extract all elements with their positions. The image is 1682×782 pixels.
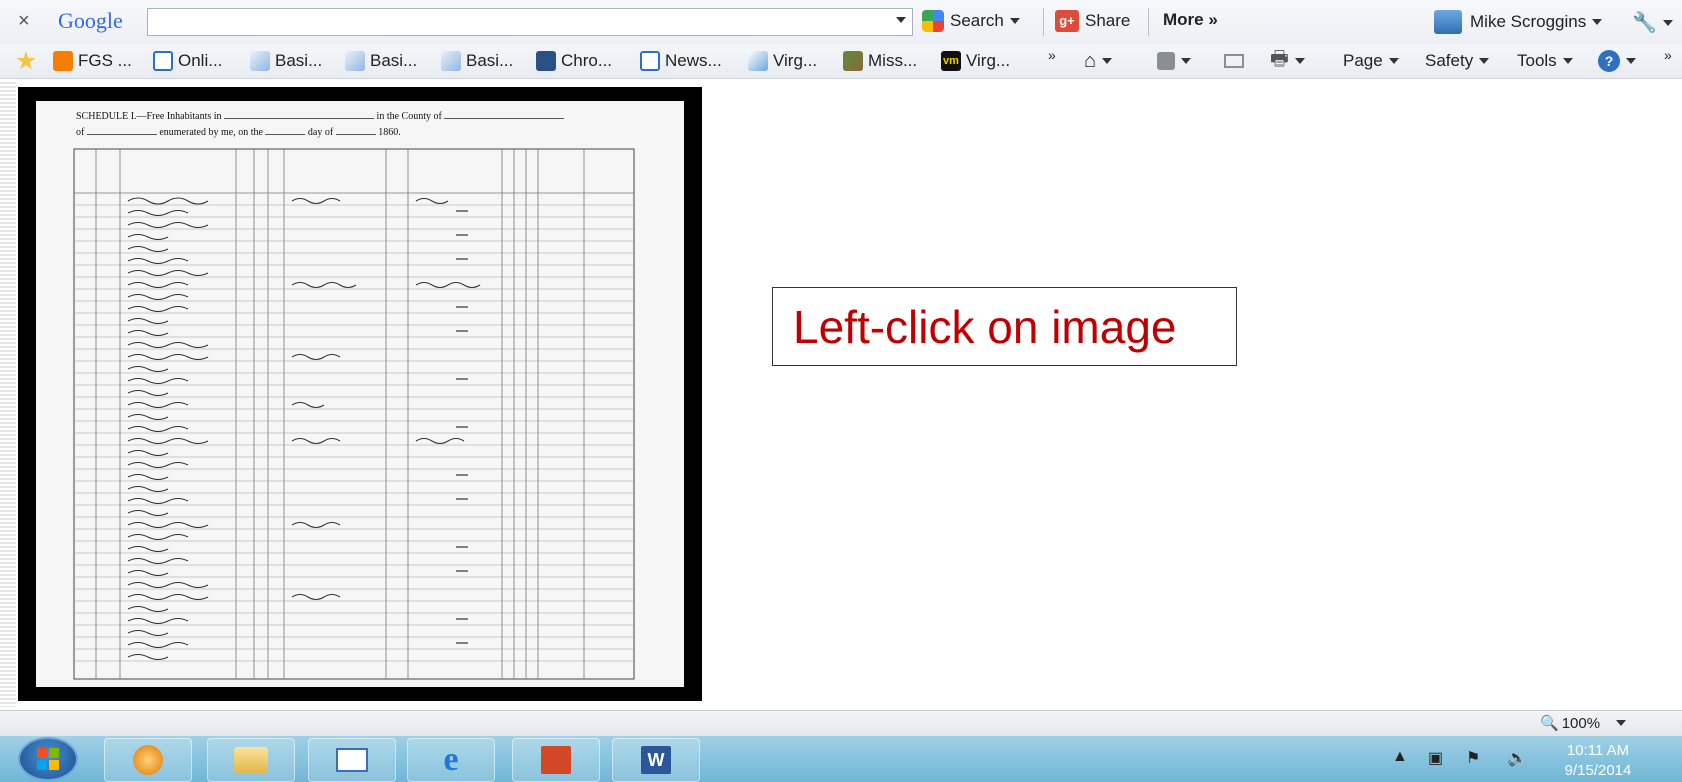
user-account-button[interactable]: Mike Scroggins bbox=[1434, 10, 1603, 34]
print-icon[interactable]: 🖶 bbox=[1270, 48, 1305, 74]
help-icon[interactable]: ? bbox=[1598, 48, 1636, 74]
user-avatar-icon bbox=[1434, 10, 1462, 34]
search-history-dropdown-icon[interactable] bbox=[896, 17, 906, 23]
media-player-icon bbox=[133, 745, 163, 775]
search-button[interactable]: Search bbox=[922, 10, 1020, 32]
favorite-link-5[interactable]: Basi... bbox=[441, 48, 513, 74]
favorite-link-6[interactable]: Chro... bbox=[536, 48, 612, 74]
favorite-link-3[interactable]: Basi... bbox=[250, 48, 322, 74]
google-logo: Google bbox=[58, 8, 123, 33]
chronicling-icon bbox=[536, 51, 556, 71]
taskbar-word[interactable]: W bbox=[612, 738, 700, 782]
mail-icon bbox=[336, 748, 368, 772]
page-icon bbox=[250, 51, 270, 71]
read-mail-icon[interactable] bbox=[1224, 48, 1244, 74]
google-search-box[interactable] bbox=[147, 8, 913, 36]
window-icon bbox=[153, 51, 173, 71]
folder-icon bbox=[234, 747, 268, 773]
taskbar-file-explorer[interactable] bbox=[207, 738, 295, 782]
blogger-icon bbox=[53, 51, 73, 71]
powerpoint-icon bbox=[541, 746, 571, 774]
tools-menu[interactable]: Tools bbox=[1517, 48, 1573, 74]
close-toolbar-icon[interactable]: × bbox=[18, 10, 30, 33]
show-hidden-icons-icon[interactable]: ▲ bbox=[1392, 748, 1408, 766]
favorites-overflow-chevron-icon[interactable]: » bbox=[1048, 42, 1056, 68]
network-icon[interactable]: ▣ bbox=[1428, 748, 1443, 768]
status-bar: 🔍 100% bbox=[0, 710, 1682, 737]
taskbar-powerpoint[interactable] bbox=[512, 738, 600, 782]
taskbar-clock[interactable]: 10:11 AM 9/15/2014 bbox=[1543, 741, 1653, 781]
window-icon bbox=[640, 51, 660, 71]
taskbar-internet-explorer[interactable]: e bbox=[407, 738, 495, 782]
windows-logo-icon bbox=[37, 748, 59, 770]
zoom-icon: 🔍 bbox=[1540, 715, 1559, 732]
favorite-link-9[interactable]: Miss... bbox=[843, 48, 917, 74]
feeds-icon[interactable] bbox=[1157, 48, 1191, 74]
action-center-flag-icon[interactable]: ⚑ bbox=[1466, 748, 1480, 768]
taskbar-mail-app[interactable] bbox=[308, 738, 396, 782]
zoom-control[interactable]: 🔍 100% bbox=[1540, 714, 1627, 732]
instruction-callout: Left-click on image bbox=[772, 287, 1237, 366]
page-left-edge bbox=[0, 82, 16, 707]
page-menu[interactable]: Page bbox=[1343, 48, 1399, 74]
vm-icon: vm bbox=[941, 51, 961, 71]
favorite-link-7[interactable]: News... bbox=[640, 48, 722, 74]
favorite-link-4[interactable]: Basi... bbox=[345, 48, 417, 74]
favorite-link-1[interactable]: FGS ... bbox=[53, 48, 132, 74]
page-icon bbox=[345, 51, 365, 71]
internet-explorer-icon: e bbox=[443, 741, 459, 778]
taskbar-media-player[interactable] bbox=[104, 738, 192, 782]
census-ledger-grid bbox=[73, 148, 635, 680]
google-toolbar: × Google Search g+ Share More » Mike Scr… bbox=[0, 0, 1682, 45]
census-page: SCHEDULE I.—Free Inhabitants in in the C… bbox=[36, 101, 684, 687]
favorites-star-icon[interactable] bbox=[16, 48, 41, 74]
more-button[interactable]: More » bbox=[1163, 10, 1218, 30]
census-document-image[interactable]: SCHEDULE I.—Free Inhabitants in in the C… bbox=[18, 87, 702, 701]
safety-menu[interactable]: Safety bbox=[1425, 48, 1490, 74]
share-button[interactable]: g+ Share bbox=[1055, 10, 1130, 32]
word-icon: W bbox=[641, 746, 671, 774]
google-plus-icon: g+ bbox=[1055, 10, 1079, 32]
start-button[interactable] bbox=[18, 737, 78, 781]
wrench-settings-icon[interactable]: 🔧 bbox=[1632, 10, 1673, 35]
ie-page-icon bbox=[748, 51, 768, 71]
favorite-link-8[interactable]: Virg... bbox=[748, 48, 817, 74]
favorite-link-10[interactable]: vm Virg... bbox=[941, 48, 1010, 74]
home-icon[interactable]: ⌂ bbox=[1084, 48, 1113, 74]
volume-icon[interactable]: 🔈 bbox=[1507, 748, 1527, 768]
page-icon bbox=[441, 51, 461, 71]
favorite-link-2[interactable]: Onli... bbox=[153, 48, 222, 74]
missouri-icon bbox=[843, 51, 863, 71]
search-icon bbox=[922, 10, 944, 32]
google-search-input[interactable] bbox=[148, 9, 880, 33]
commandbar-overflow-chevron-icon[interactable]: » bbox=[1664, 42, 1672, 68]
